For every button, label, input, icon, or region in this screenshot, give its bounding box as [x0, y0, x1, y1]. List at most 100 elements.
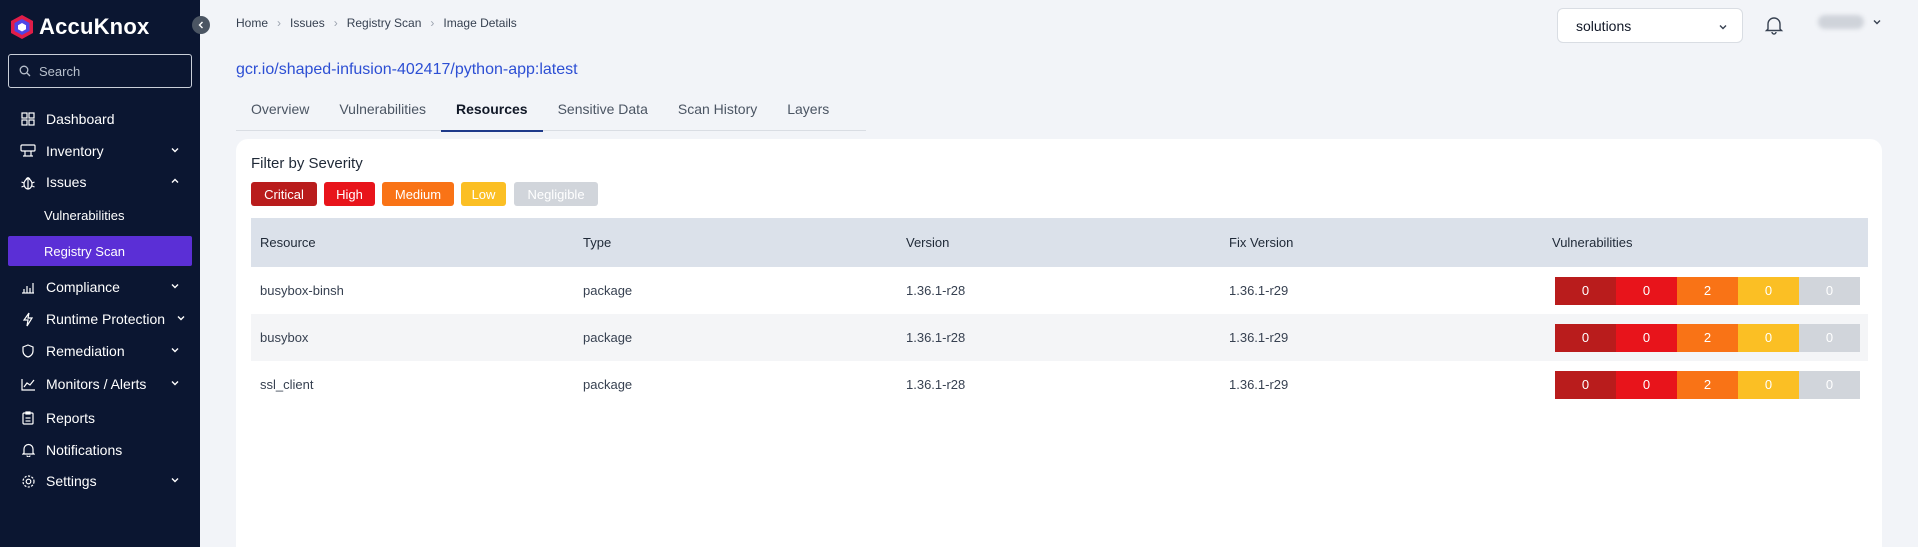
remediation-icon [20, 343, 36, 359]
sidebar-item-remediation[interactable]: Remediation [8, 336, 192, 366]
sidebar-search[interactable]: Search [8, 54, 192, 88]
sidebar-item-label: Dashboard [46, 111, 115, 127]
sidebar-item-registry-scan[interactable]: Registry Scan [8, 236, 192, 266]
cell-type: package [583, 377, 633, 392]
resources-card: Filter by Severity Critical High Medium … [236, 139, 1882, 547]
bug-icon [20, 174, 36, 190]
tab-layers[interactable]: Layers [772, 97, 844, 131]
column-header-type[interactable]: Type [583, 235, 611, 250]
breadcrumb-separator-icon: › [430, 16, 435, 30]
search-input[interactable]: Search [39, 64, 80, 79]
chevron-down-icon [1873, 20, 1881, 25]
sidebar-item-monitors-alerts[interactable]: Monitors / Alerts [8, 369, 192, 399]
low-count: 0 [1738, 276, 1799, 305]
breadcrumb-issues[interactable]: Issues [290, 16, 325, 30]
user-menu[interactable] [1818, 15, 1882, 29]
tab-resources[interactable]: Resources [441, 97, 543, 132]
breadcrumb-home[interactable]: Home [236, 16, 268, 30]
critical-count: 0 [1555, 323, 1616, 352]
sidebar-item-label: Compliance [46, 279, 120, 295]
tab-overview[interactable]: Overview [236, 97, 324, 131]
cell-resource: busybox [260, 330, 309, 345]
filter-medium-button[interactable]: Medium [382, 182, 454, 206]
cell-resource: busybox-binsh [260, 283, 344, 298]
table-row[interactable]: busybox-binsh package 1.36.1-r28 1.36.1-… [251, 267, 1868, 314]
tab-vulnerabilities[interactable]: Vulnerabilities [324, 97, 441, 131]
breadcrumb-registry-scan[interactable]: Registry Scan [347, 16, 422, 30]
tab-scan-history[interactable]: Scan History [663, 97, 772, 131]
high-count: 0 [1616, 370, 1677, 399]
negligible-count: 0 [1799, 323, 1860, 352]
page-title: gcr.io/shaped-infusion-402417/python-app… [236, 61, 578, 78]
inventory-icon [20, 143, 36, 159]
sidebar-item-vulnerabilities[interactable]: Vulnerabilities [8, 200, 192, 230]
high-count: 0 [1616, 276, 1677, 305]
sidebar-item-label: Settings [46, 473, 97, 489]
medium-count: 2 [1677, 276, 1738, 305]
column-header-version[interactable]: Version [906, 235, 949, 250]
gear-icon [20, 473, 36, 489]
sidebar-item-inventory[interactable]: Inventory [8, 136, 192, 166]
sidebar-item-label: Reports [46, 410, 96, 426]
column-header-resource[interactable]: Resource [260, 235, 316, 250]
sidebar-item-issues[interactable]: Issues [8, 167, 192, 197]
table-row[interactable]: busybox package 1.36.1-r28 1.36.1-r29 0 … [251, 314, 1868, 361]
chevron-down-icon [171, 148, 179, 153]
high-count: 0 [1616, 323, 1677, 352]
chevron-down-icon [171, 284, 179, 289]
filter-low-button[interactable]: Low [461, 182, 506, 206]
chevron-down-icon [177, 316, 185, 321]
tab-sensitive-data[interactable]: Sensitive Data [543, 97, 663, 131]
sidebar-item-label: Vulnerabilities [44, 207, 125, 223]
low-count: 0 [1738, 323, 1799, 352]
avatar [1818, 15, 1864, 29]
accuknox-logo-icon [11, 15, 33, 39]
sidebar-item-label: Runtime Protection [46, 311, 166, 327]
tenant-select[interactable]: solutions [1557, 8, 1743, 43]
chevron-up-icon [171, 178, 179, 183]
breadcrumb-separator-icon: › [333, 16, 338, 30]
filter-label: Filter by Severity [251, 155, 363, 172]
cell-version: 1.36.1-r28 [906, 283, 966, 298]
medium-count: 2 [1677, 370, 1738, 399]
tenant-select-value: solutions [1576, 17, 1632, 34]
dashboard-icon [20, 111, 36, 127]
brand-name: AccuKnox [39, 14, 150, 39]
table-row[interactable]: ssl_client package 1.36.1-r28 1.36.1-r29… [251, 361, 1868, 408]
sidebar-item-label: Notifications [46, 442, 123, 458]
cell-fix-version: 1.36.1-r29 [1229, 330, 1289, 345]
sidebar-item-dashboard[interactable]: Dashboard [8, 104, 192, 134]
breadcrumb-image-details: Image Details [443, 16, 517, 30]
column-header-vulnerabilities[interactable]: Vulnerabilities [1552, 235, 1632, 250]
sidebar-item-compliance[interactable]: Compliance [8, 272, 192, 302]
vulnerability-counts: 0 0 2 0 0 [1555, 370, 1860, 399]
cell-fix-version: 1.36.1-r29 [1229, 377, 1289, 392]
report-icon [20, 410, 36, 426]
sidebar-item-label: Registry Scan [44, 243, 125, 259]
tab-bar: Overview Vulnerabilities Resources Sensi… [236, 97, 866, 132]
sidebar-item-label: Remediation [46, 343, 125, 359]
sidebar-item-runtime-protection[interactable]: Runtime Protection [8, 304, 192, 334]
breadcrumb: Home › Issues › Registry Scan › Image De… [236, 16, 517, 30]
cell-type: package [583, 330, 633, 345]
filter-critical-button[interactable]: Critical [251, 182, 317, 206]
filter-negligible-button[interactable]: Negligible [514, 182, 598, 206]
chevron-left-icon [198, 21, 203, 29]
critical-count: 0 [1555, 370, 1616, 399]
runtime-icon [20, 311, 36, 327]
filter-high-button[interactable]: High [324, 182, 375, 206]
notification-bell-icon[interactable] [1764, 15, 1784, 35]
cell-type: package [583, 283, 633, 298]
sidebar-item-label: Monitors / Alerts [46, 376, 147, 392]
sidebar-item-reports[interactable]: Reports [8, 403, 192, 433]
low-count: 0 [1738, 370, 1799, 399]
vulnerability-counts: 0 0 2 0 0 [1555, 276, 1860, 305]
chevron-down-icon [171, 478, 179, 483]
vulnerability-counts: 0 0 2 0 0 [1555, 323, 1860, 352]
sidebar-collapse-button[interactable] [192, 16, 210, 34]
sidebar-item-settings[interactable]: Settings [8, 466, 192, 496]
column-header-fix-version[interactable]: Fix Version [1229, 235, 1293, 250]
search-icon [19, 65, 31, 77]
logo[interactable]: AccuKnox [9, 12, 149, 42]
sidebar-item-notifications[interactable]: Notifications [8, 435, 192, 465]
